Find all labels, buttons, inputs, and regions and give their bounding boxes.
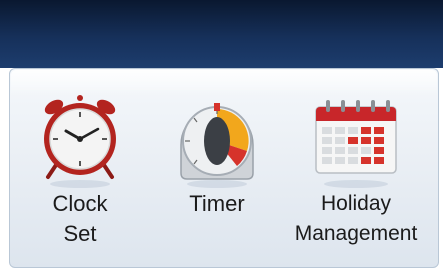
- clock-set-label-line1: Clock: [52, 191, 108, 216]
- calendar-icon: [315, 100, 397, 188]
- holiday-management-button[interactable]: Holiday Management: [286, 89, 426, 264]
- menu-panel: Clock Set Timer Holiday Management: [9, 68, 439, 268]
- holiday-label-line2: Management: [294, 222, 418, 245]
- clock-set-button[interactable]: Clock Set: [10, 89, 150, 264]
- clock-set-label-line2: Set: [63, 221, 97, 246]
- header-bar: [0, 0, 443, 68]
- holiday-label-line1: Holiday: [320, 192, 392, 215]
- timer-label: Timer: [189, 191, 245, 216]
- alarm-clock-icon: [44, 95, 116, 188]
- timer-button[interactable]: Timer: [147, 89, 287, 264]
- timer-icon: [180, 103, 254, 188]
